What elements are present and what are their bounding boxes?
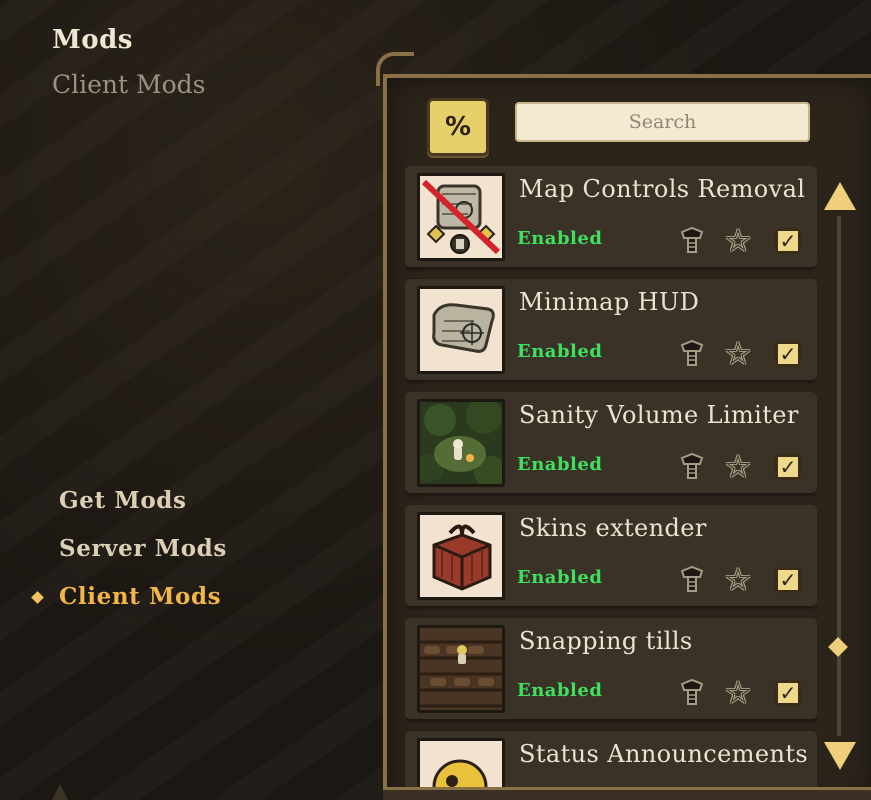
favorite-mod-button[interactable]: ☆ [721,224,755,258]
mod-status: Enabled [517,454,603,475]
mod-thumbnail [417,399,505,487]
corner-ornament [52,784,68,800]
checkbox-checked-icon: ✓ [775,454,801,480]
mod-name: Sanity Volume Limiter [519,401,799,429]
nav-item-client-mods[interactable]: Client Mods [30,578,330,626]
nav-item-label: Server Mods [59,535,227,562]
mod-status: Enabled [517,228,603,249]
scroll-down-arrow-icon[interactable] [824,742,856,770]
bolt-config-icon [680,226,704,253]
enable-mod-checkbox[interactable]: ✓ [771,563,805,597]
favorite-mod-button[interactable]: ☆ [721,563,755,597]
mod-thumbnail [417,173,505,261]
bolt-config-icon [680,339,704,366]
mod-list: Map Controls Removal Enabled ☆ ✓ Minimap… [405,166,817,787]
star-icon: ☆ [724,674,752,711]
favorite-mod-button[interactable]: ☆ [721,450,755,484]
mod-name: Snapping tills [519,627,693,655]
nav-item-server-mods[interactable]: Server Mods [30,530,330,578]
mod-actions: ☆ ✓ [675,224,811,258]
mod-thumbnail [417,625,505,713]
percent-filter-icon: % [444,112,472,142]
configure-mod-button[interactable] [675,224,709,258]
panel-bottom-bar [383,787,871,800]
yellow-face-icon [420,741,502,787]
mod-actions: ☆ ✓ [675,450,811,484]
mod-name: Status Announcements [519,740,809,768]
mod-actions: ☆ ✓ [675,676,811,710]
star-icon: ☆ [724,448,752,485]
mod-actions: ☆ ✓ [675,337,811,371]
configure-mod-button[interactable] [675,337,709,371]
bolt-config-icon [680,565,704,592]
tilled-farm-scene [420,628,502,710]
checkbox-checked-icon: ✓ [775,341,801,367]
mod-list-item[interactable]: Sanity Volume Limiter Enabled ☆ ✓ [405,392,817,493]
mod-status: Enabled [517,567,603,588]
screen-subtitle: Client Mods [52,70,206,99]
selected-diamond-icon [31,591,44,604]
map-scroll-crossed-icon [420,176,502,258]
star-icon: ☆ [724,561,752,598]
forest-campfire-scene [420,402,502,484]
map-scroll-icon [420,289,502,371]
favorite-mod-button[interactable]: ☆ [721,337,755,371]
mod-list-item[interactable]: Snapping tills Enabled ☆ ✓ [405,618,817,719]
red-gift-box-icon [420,515,502,597]
search-input[interactable] [515,102,810,142]
nav-item-label: Client Mods [59,583,222,610]
nav-item-get-mods[interactable]: Get Mods [30,482,330,530]
scroll-up-arrow-icon[interactable] [824,182,856,210]
enable-mod-checkbox[interactable]: ✓ [771,676,805,710]
bolt-config-icon [680,452,704,479]
mod-list-item[interactable]: Skins extender Enabled ☆ ✓ [405,505,817,606]
bolt-config-icon [680,678,704,705]
screen-title: Mods [52,25,133,55]
mod-status: Enabled [517,680,603,701]
mod-name: Minimap HUD [519,288,700,316]
star-icon: ☆ [724,222,752,259]
checkbox-checked-icon: ✓ [775,680,801,706]
mod-thumbnail [417,738,505,787]
configure-mod-button[interactable] [675,676,709,710]
configure-mod-button[interactable] [675,450,709,484]
enable-mod-checkbox[interactable]: ✓ [771,224,805,258]
mod-thumbnail [417,286,505,374]
mod-status: Enabled [517,341,603,362]
mod-list-item[interactable]: Map Controls Removal Enabled ☆ ✓ [405,166,817,267]
enable-mod-checkbox[interactable]: ✓ [771,450,805,484]
mod-list-item[interactable]: Status Announcements [405,731,817,787]
enable-mod-checkbox[interactable]: ✓ [771,337,805,371]
scroll-track[interactable] [837,216,841,736]
favorite-mod-button[interactable]: ☆ [721,676,755,710]
checkbox-checked-icon: ✓ [775,228,801,254]
mod-list-item[interactable]: Minimap HUD Enabled ☆ ✓ [405,279,817,380]
mod-name: Skins extender [519,514,707,542]
mod-name: Map Controls Removal [519,175,806,203]
nav-item-label: Get Mods [59,487,187,514]
mod-thumbnail [417,512,505,600]
checkbox-checked-icon: ✓ [775,567,801,593]
filter-button[interactable]: % [427,98,489,156]
configure-mod-button[interactable] [675,563,709,597]
mod-actions: ☆ ✓ [675,563,811,597]
star-icon: ☆ [724,335,752,372]
mods-nav-menu: Get Mods Server Mods Client Mods [30,482,330,626]
